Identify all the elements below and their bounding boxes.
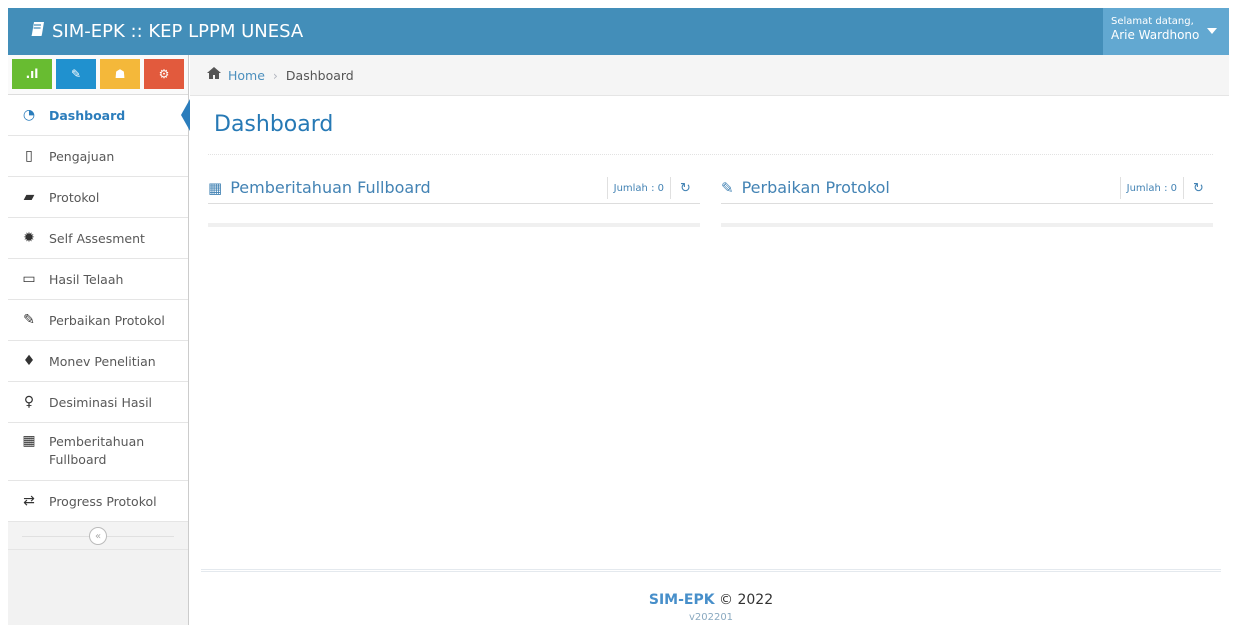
widget-perbaikan-protokol: ✎ Perbaikan Protokol Jumlah : 0 ↻	[721, 172, 1213, 227]
pencil-icon[interactable]: ✎	[56, 59, 96, 89]
breadcrumb-current: Dashboard	[285, 67, 354, 83]
home-icon	[206, 66, 222, 84]
lightbulb-icon: ♀	[23, 394, 35, 410]
greeting-text: Selamat datang,	[1111, 16, 1194, 27]
sidebar-item-label: Progress Protokol	[49, 493, 157, 509]
caret-down-icon	[1207, 28, 1217, 34]
refresh-icon[interactable]: ↻	[1183, 177, 1213, 199]
sidebar-item-progress-protokol[interactable]: ⇄ Progress Protokol	[8, 481, 188, 522]
tachometer-icon: ◔	[22, 107, 36, 123]
edit-icon: ✎	[23, 312, 35, 328]
user-menu[interactable]: Selamat datang, Arie Wardhono	[1103, 8, 1229, 55]
exchange-icon: ⇄	[23, 493, 35, 509]
widget-body	[721, 223, 1213, 227]
refresh-icon[interactable]: ↻	[670, 177, 700, 199]
widget-title-text: Perbaikan Protokol	[741, 178, 890, 197]
book-icon	[30, 21, 46, 42]
sidebar-item-hasil-telaah[interactable]: ▭ Hasil Telaah	[8, 259, 188, 300]
sidebar-item-perbaikan-protokol[interactable]: ✎ Perbaikan Protokol	[8, 300, 188, 341]
book-icon: ▰	[23, 189, 35, 205]
widget-header: ▦ Pemberitahuan Fullboard Jumlah : 0 ↻	[208, 172, 700, 204]
top-navbar: SIM-EPK :: KEP LPPM UNESA Selamat datang…	[8, 8, 1229, 55]
footer-version: v202201	[688, 612, 734, 623]
sidebar-item-protokol[interactable]: ▰ Protokol	[8, 177, 188, 218]
sidebar-item-label: Self Assesment	[49, 230, 145, 246]
widget-title: ✎ Perbaikan Protokol	[721, 178, 890, 197]
widget-toolbar: Jumlah : 0 ↻	[606, 176, 700, 200]
th-icon: ▦	[208, 178, 223, 197]
widget-body	[208, 223, 700, 227]
edit-icon: ✎	[721, 178, 734, 197]
brand-link[interactable]: SIM-EPK :: KEP LPPM UNESA	[30, 8, 303, 55]
page-header: Dashboard	[208, 112, 1213, 155]
count-badge: Jumlah : 0	[606, 177, 670, 199]
th-icon: ▦	[22, 433, 36, 449]
widget-pemberitahuan-fullboard: ▦ Pemberitahuan Fullboard Jumlah : 0 ↻	[208, 172, 700, 227]
count-badge: Jumlah : 0	[1119, 177, 1183, 199]
brand-title: SIM-EPK :: KEP LPPM UNESA	[52, 21, 304, 42]
footer-brand: SIM-EPK	[648, 592, 715, 608]
breadcrumb-separator: ›	[272, 67, 278, 83]
widget-header: ✎ Perbaikan Protokol Jumlah : 0 ↻	[721, 172, 1213, 204]
widget-title-text: Pemberitahuan Fullboard	[230, 178, 431, 197]
footer-copyright: SIM-EPK © 2022	[201, 592, 1221, 608]
desktop-icon: ▭	[22, 271, 36, 287]
sidebar-collapse-row: «	[8, 522, 188, 550]
sidebar: .ıl ✎ ☗ ⚙ ◔ Dashboard ▯ Pengajuan ▰ Prot…	[8, 55, 190, 625]
sidebar-shortcuts: .ıl ✎ ☗ ⚙	[8, 55, 188, 95]
sidebar-item-label: Monev Penelitian	[49, 353, 156, 369]
page-title: Dashboard	[214, 112, 334, 137]
signal-icon[interactable]: .ıl	[12, 59, 52, 89]
sidebar-item-label: Protokol	[49, 189, 100, 205]
sidebar-item-desiminasi-hasil[interactable]: ♀ Desiminasi Hasil	[8, 382, 188, 423]
file-icon: ▯	[25, 148, 33, 164]
sidebar-item-self-assesment[interactable]: ✹ Self Assesment	[8, 218, 188, 259]
sidebar-item-label: Perbaikan Protokol	[49, 312, 165, 328]
sidebar-item-pengajuan[interactable]: ▯ Pengajuan	[8, 136, 188, 177]
sidebar-item-label: Pengajuan	[49, 148, 115, 164]
footer: SIM-EPK © 2022 v202201	[201, 569, 1221, 625]
sidebar-item-pemberitahuan-fullboard[interactable]: ▦ Pemberitahuan Fullboard	[8, 423, 188, 481]
fire-icon: ♦	[22, 353, 36, 369]
users-icon[interactable]: ☗	[100, 59, 140, 89]
sidebar-item-label: Desiminasi Hasil	[49, 394, 153, 410]
breadcrumb: Home › Dashboard	[190, 55, 1229, 96]
breadcrumb-home-link[interactable]: Home	[228, 68, 265, 83]
sidebar-item-monev-penelitian[interactable]: ♦ Monev Penelitian	[8, 341, 188, 382]
double-angle-left-icon[interactable]: «	[89, 527, 107, 545]
widget-toolbar: Jumlah : 0 ↻	[1119, 176, 1213, 200]
widget-title: ▦ Pemberitahuan Fullboard	[208, 178, 431, 197]
sidebar-item-dashboard[interactable]: ◔ Dashboard	[8, 95, 190, 136]
sidebar-item-label: Dashboard	[49, 107, 126, 123]
cogs-icon[interactable]: ⚙	[144, 59, 184, 89]
footer-copyright-text: © 2022	[719, 592, 774, 608]
certificate-icon: ✹	[23, 230, 35, 246]
sidebar-item-label: Pemberitahuan Fullboard	[49, 434, 145, 467]
sidebar-item-label: Hasil Telaah	[49, 271, 124, 287]
